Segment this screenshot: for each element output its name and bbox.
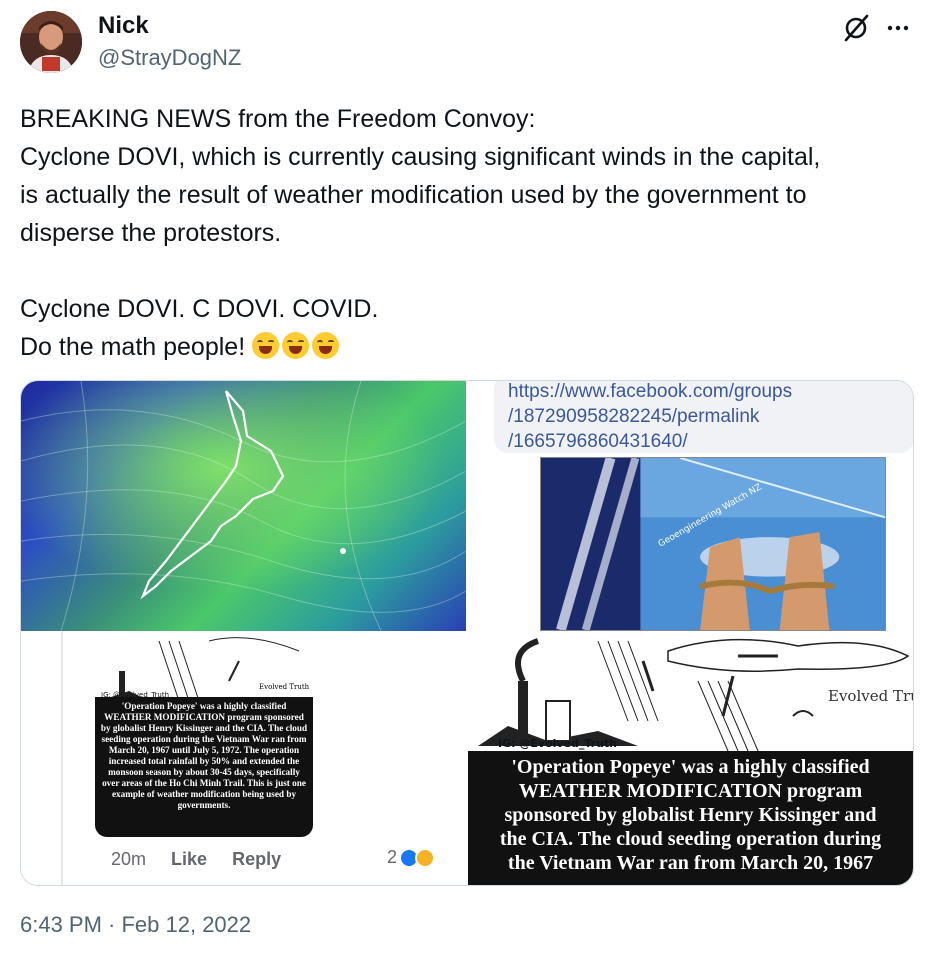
tweet-line: BREAKING NEWS from the Freedom Convoy:: [20, 105, 536, 133]
link-line[interactable]: https://www.facebook.com/groups: [508, 381, 900, 404]
tweet-line: Cyclone DOVI, which is currently causing…: [20, 143, 821, 171]
tweet-text: BREAKING NEWS from the Freedom Convoy: C…: [20, 100, 920, 366]
meme-text-small: 'Operation Popeye' was a highly classifi…: [95, 697, 313, 837]
tweet-line: disperse the protestors.: [20, 219, 282, 247]
author-name[interactable]: Nick: [98, 12, 149, 40]
wind-map-image[interactable]: [21, 381, 466, 631]
meme-line: WEATHER MODIFICATION program: [518, 780, 863, 802]
grok-icon[interactable]: [838, 10, 874, 46]
reaction-count: 2: [387, 847, 398, 867]
avatar[interactable]: [20, 11, 82, 73]
meme-logo-large: Evolved Truth: [828, 687, 914, 705]
more-icon[interactable]: [880, 10, 916, 46]
wow-reaction-icon: [415, 847, 436, 868]
comment-thread-line: [61, 631, 75, 885]
facebook-screenshot[interactable]: https://www.facebook.com/groups /1872909…: [468, 381, 913, 631]
comment-actions: 20m Like Reply: [111, 849, 301, 870]
facebook-link-preview[interactable]: https://www.facebook.com/groups /1872909…: [494, 381, 913, 454]
meme-text-large: 'Operation Popeye' was a highly classifi…: [468, 751, 913, 885]
comment-reply-button[interactable]: Reply: [232, 849, 281, 869]
tweet-line: Cyclone DOVI. C DOVI. COVID.: [20, 295, 379, 323]
author-handle[interactable]: @StrayDogNZ: [98, 45, 241, 71]
meme-line: the CIA. The cloud seeding operation dur…: [499, 828, 882, 850]
meme-image-small: Evolved Truth IG: @Evolved_Truth 'Operat…: [81, 631, 317, 843]
laughing-emoji-icon: [312, 332, 340, 359]
meme-line: 'Operation Popeye' was a highly classifi…: [511, 756, 870, 778]
media-grid[interactable]: https://www.facebook.com/groups /1872909…: [20, 380, 914, 886]
meme-line: the Vietnam War ran from March 20, 1967: [507, 852, 874, 874]
geoengineering-photo: Geoengineering Watch NZ: [540, 457, 886, 631]
comment-like-button[interactable]: Like: [171, 849, 207, 869]
laughing-emoji-icon: [252, 332, 280, 359]
comment-reactions[interactable]: 2: [387, 847, 436, 868]
tweet-line: Do the math people!: [20, 328, 920, 366]
meme-logo-small: Evolved Truth: [259, 683, 309, 691]
tweet-timestamp[interactable]: 6:43 PM · Feb 12, 2022: [20, 912, 251, 938]
tweet-line: is actually the result of weather modifi…: [20, 181, 807, 209]
link-line[interactable]: /187290958282245/permalink: [508, 404, 900, 429]
comment-time: 20m: [111, 849, 147, 869]
tweet-line-text: Do the math people!: [20, 333, 246, 361]
meme-image-large[interactable]: Evolved Truth IG: @Evolved_Truth 'Operat…: [468, 631, 914, 885]
link-line[interactable]: /1665796860431640/: [508, 429, 900, 454]
meme-line: sponsored by globalist Henry Kissinger a…: [504, 804, 877, 826]
meme-tag-large: IG: @Evolved_Truth: [498, 737, 618, 750]
facebook-comment-screenshot[interactable]: Evolved Truth IG: @Evolved_Truth 'Operat…: [21, 631, 466, 885]
laughing-emoji-icon: [282, 332, 310, 359]
